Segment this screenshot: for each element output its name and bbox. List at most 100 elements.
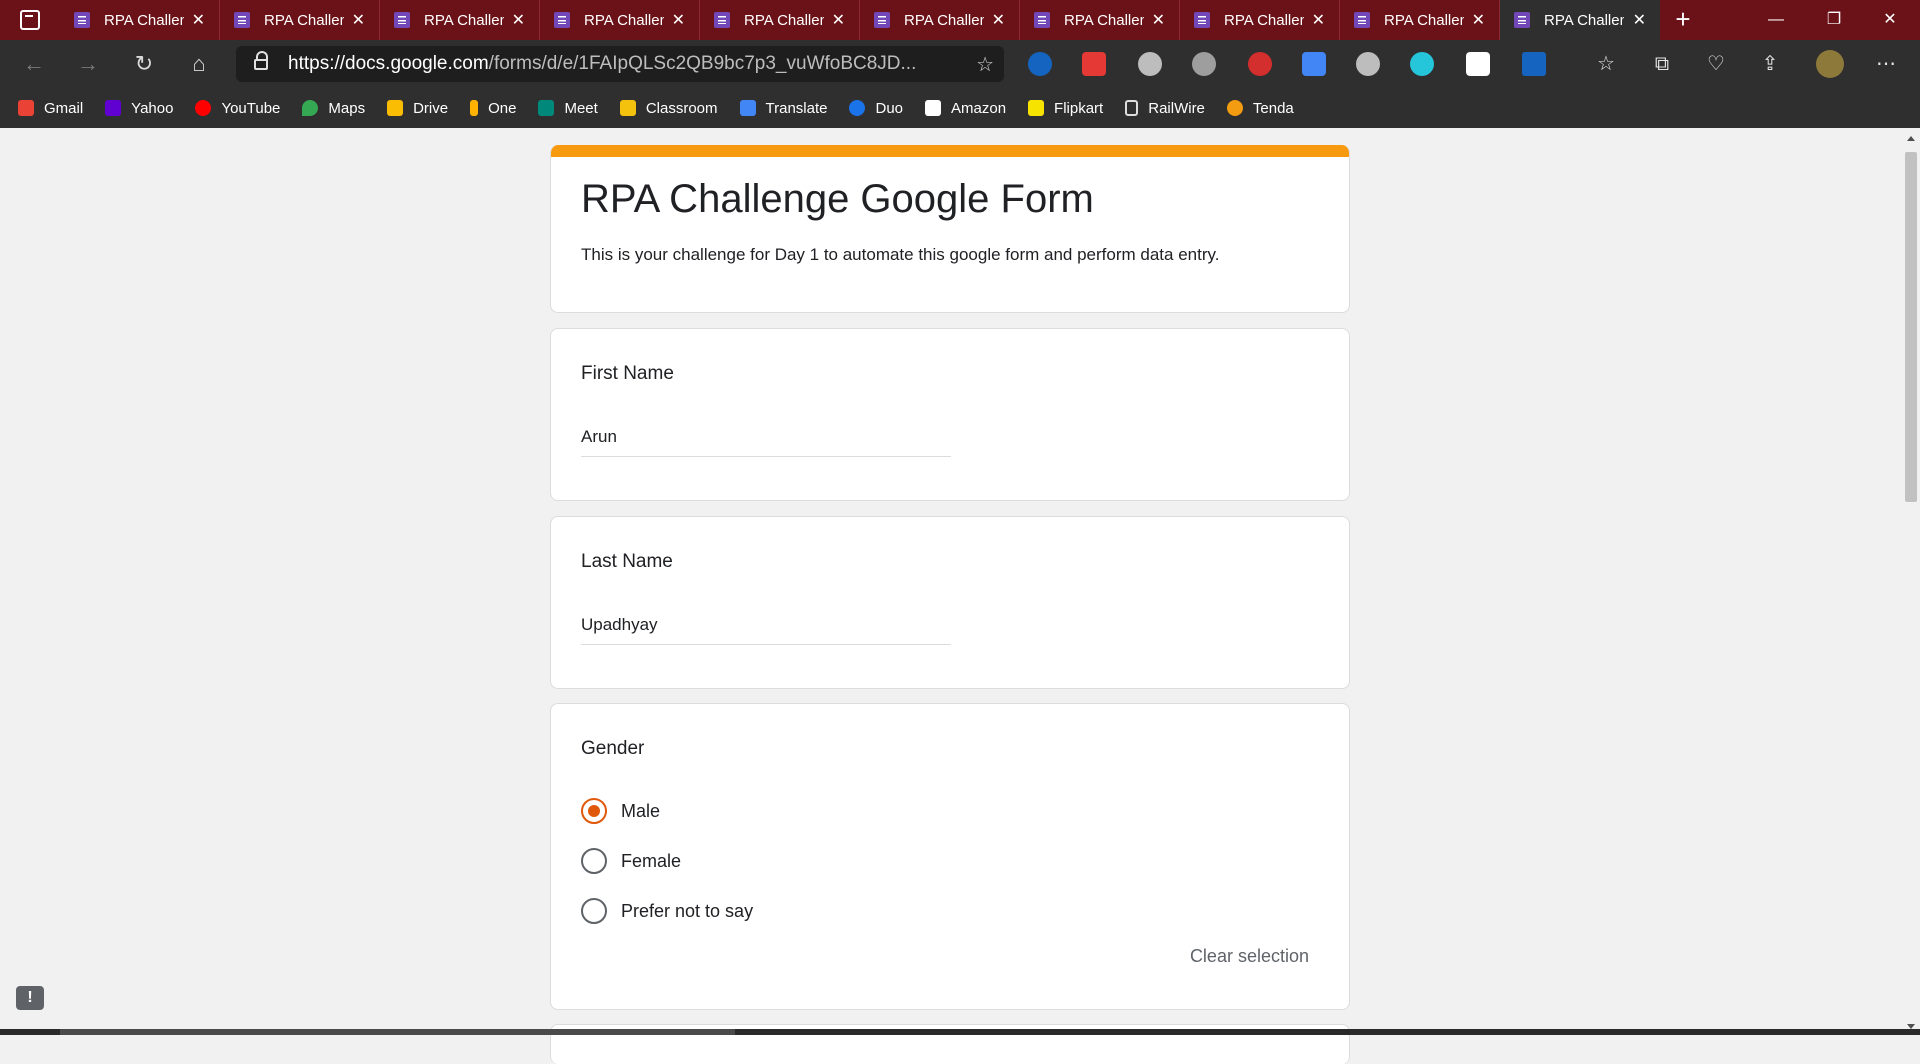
- radio-unchecked-icon[interactable]: [581, 898, 607, 924]
- close-tab-icon[interactable]: ✕: [1152, 10, 1165, 30]
- tabs-container: RPA Challenge Google Form ✕ RPA Challenge…: [60, 0, 1660, 40]
- address-bar[interactable]: https://docs.google.com/forms/d/e/1FAIpQ…: [236, 46, 1004, 82]
- notion-extension-icon[interactable]: [1466, 52, 1490, 76]
- radio-checked-icon[interactable]: [581, 798, 607, 824]
- tab-1[interactable]: RPA Challenge Google Form ✕: [220, 0, 380, 40]
- duo-icon: [849, 100, 866, 116]
- restore-icon[interactable]: ❐: [1806, 0, 1862, 40]
- bookmark-youtube[interactable]: YouTube: [195, 100, 280, 117]
- share-icon[interactable]: ⇪: [1754, 48, 1786, 80]
- bookmark-tenda[interactable]: Tenda: [1226, 100, 1294, 117]
- favorites-icon[interactable]: ☆: [1590, 48, 1622, 80]
- bookmark-meet[interactable]: Meet: [538, 100, 598, 117]
- google-one-icon: [470, 100, 479, 116]
- page-scrollbar[interactable]: [1902, 128, 1920, 1035]
- tab-4[interactable]: RPA Challenge Google Form ✕: [700, 0, 860, 40]
- close-tab-icon[interactable]: ✕: [832, 10, 845, 30]
- close-tab-icon[interactable]: ✕: [1633, 10, 1646, 30]
- bookmark-one[interactable]: One: [470, 100, 516, 117]
- meet-icon: [538, 100, 555, 116]
- bookmark-railwire[interactable]: RailWire: [1125, 100, 1205, 117]
- back-icon[interactable]: ←: [18, 48, 50, 80]
- question-label: First Name: [581, 363, 674, 384]
- tab-title: RPA Challenge Google Form: [104, 11, 184, 29]
- extension-icon[interactable]: [1192, 52, 1216, 76]
- gmail-icon: [18, 100, 34, 116]
- forward-icon[interactable]: →: [72, 48, 104, 80]
- tab-title: RPA Challenge Google Form: [1544, 11, 1624, 29]
- refresh-icon[interactable]: ↻: [128, 48, 160, 80]
- first-name-input[interactable]: Arun: [581, 425, 951, 457]
- close-tab-icon[interactable]: ✕: [1312, 10, 1325, 30]
- form-accent-bar: [551, 145, 1349, 157]
- close-tab-icon[interactable]: ✕: [192, 10, 205, 30]
- new-tab-icon[interactable]: +: [1665, 4, 1701, 36]
- pen-extension-icon[interactable]: [1028, 52, 1052, 76]
- maps-icon: [302, 100, 319, 116]
- close-tab-icon[interactable]: ✕: [672, 10, 685, 30]
- bookmark-maps[interactable]: Maps: [302, 100, 365, 117]
- browser-essentials-icon[interactable]: ♡: [1700, 48, 1732, 80]
- question-gender: Gender Male Female Prefer not to say Cle…: [550, 703, 1350, 1010]
- bookmark-gmail[interactable]: Gmail: [18, 100, 83, 117]
- forms-favicon-icon: [874, 12, 890, 28]
- tab-strip: RPA Challenge Google Form ✕ RPA Challenge…: [0, 0, 1920, 40]
- radio-option-female[interactable]: Female: [581, 848, 681, 874]
- office-extension-icon[interactable]: [1082, 52, 1106, 76]
- search-extension-icon[interactable]: [1410, 52, 1434, 76]
- radio-label: Female: [621, 850, 682, 871]
- tab-5[interactable]: RPA Challenge Google Form ✕: [860, 0, 1020, 40]
- scroll-up-icon[interactable]: [1907, 136, 1915, 141]
- profile-avatar[interactable]: [1816, 50, 1844, 78]
- bookmark-flipkart[interactable]: Flipkart: [1028, 100, 1103, 117]
- url-text[interactable]: https://docs.google.com/forms/d/e/1FAIpQ…: [288, 53, 948, 75]
- bookmarks-bar: Gmail Yahoo YouTube Maps Drive One Meet …: [0, 88, 1920, 128]
- bookmark-yahoo[interactable]: Yahoo: [105, 100, 173, 117]
- scroll-thumb[interactable]: [1905, 152, 1917, 502]
- bookmark-amazon[interactable]: Amazon: [925, 100, 1006, 117]
- question-last-name: Last Name Upadhyay: [550, 516, 1350, 689]
- close-tab-icon[interactable]: ✕: [512, 10, 525, 30]
- forms-favicon-icon: [1354, 12, 1370, 28]
- more-menu-icon[interactable]: ⋯: [1870, 48, 1902, 80]
- tab-0[interactable]: RPA Challenge Google Form ✕: [60, 0, 220, 40]
- minimize-icon[interactable]: —: [1748, 0, 1804, 40]
- tab-6[interactable]: RPA Challenge Google Form ✕: [1020, 0, 1180, 40]
- close-window-icon[interactable]: ✕: [1862, 0, 1918, 40]
- clear-selection-button[interactable]: Clear selection: [1190, 946, 1309, 967]
- radio-option-male[interactable]: Male: [581, 798, 660, 824]
- radio-unchecked-icon[interactable]: [581, 848, 607, 874]
- radio-option-prefer-not[interactable]: Prefer not to say: [581, 898, 753, 924]
- feedback-icon[interactable]: !: [16, 986, 44, 1010]
- bookmark-classroom[interactable]: Classroom: [619, 100, 718, 117]
- close-tab-icon[interactable]: ✕: [1472, 10, 1485, 30]
- tab-9-active[interactable]: RPA Challenge Google Form ✕: [1500, 0, 1660, 40]
- tab-title: RPA Challenge Google Form: [1224, 11, 1304, 29]
- lock-icon[interactable]: [254, 51, 270, 71]
- tab-8[interactable]: RPA Challenge Google Form ✕: [1340, 0, 1500, 40]
- add-favorite-icon[interactable]: ☆: [976, 52, 994, 77]
- form-description: This is your challenge for Day 1 to auto…: [581, 245, 1220, 264]
- collections-icon[interactable]: ⧉: [1646, 48, 1678, 80]
- home-icon[interactable]: ⌂: [183, 48, 215, 80]
- bookmark-duo[interactable]: Duo: [849, 100, 903, 117]
- tab-actions-icon[interactable]: [6, 4, 54, 36]
- tab-7[interactable]: RPA Challenge Google Form ✕: [1180, 0, 1340, 40]
- record-extension-icon[interactable]: [1356, 52, 1380, 76]
- tab-3[interactable]: RPA Challenge Google Form ✕: [540, 0, 700, 40]
- tab-title: RPA Challenge Google Form: [904, 11, 984, 29]
- last-name-input[interactable]: Upadhyay: [581, 613, 951, 645]
- close-tab-icon[interactable]: ✕: [352, 10, 365, 30]
- bookmark-translate[interactable]: Translate: [739, 100, 827, 117]
- forms-favicon-icon: [74, 12, 90, 28]
- flipkart-icon: [1028, 100, 1045, 116]
- mega-extension-icon[interactable]: [1248, 52, 1272, 76]
- circle-extension-icon[interactable]: [1138, 52, 1162, 76]
- close-tab-icon[interactable]: ✕: [992, 10, 1005, 30]
- uipath-extension-icon[interactable]: [1522, 52, 1546, 76]
- taskbar-segment: [60, 1029, 735, 1035]
- tab-2[interactable]: RPA Challenge Google Form ✕: [380, 0, 540, 40]
- tab-title: RPA Challenge Google Form: [424, 11, 504, 29]
- bookmark-drive[interactable]: Drive: [387, 100, 448, 117]
- translate-extension-icon[interactable]: [1302, 52, 1326, 76]
